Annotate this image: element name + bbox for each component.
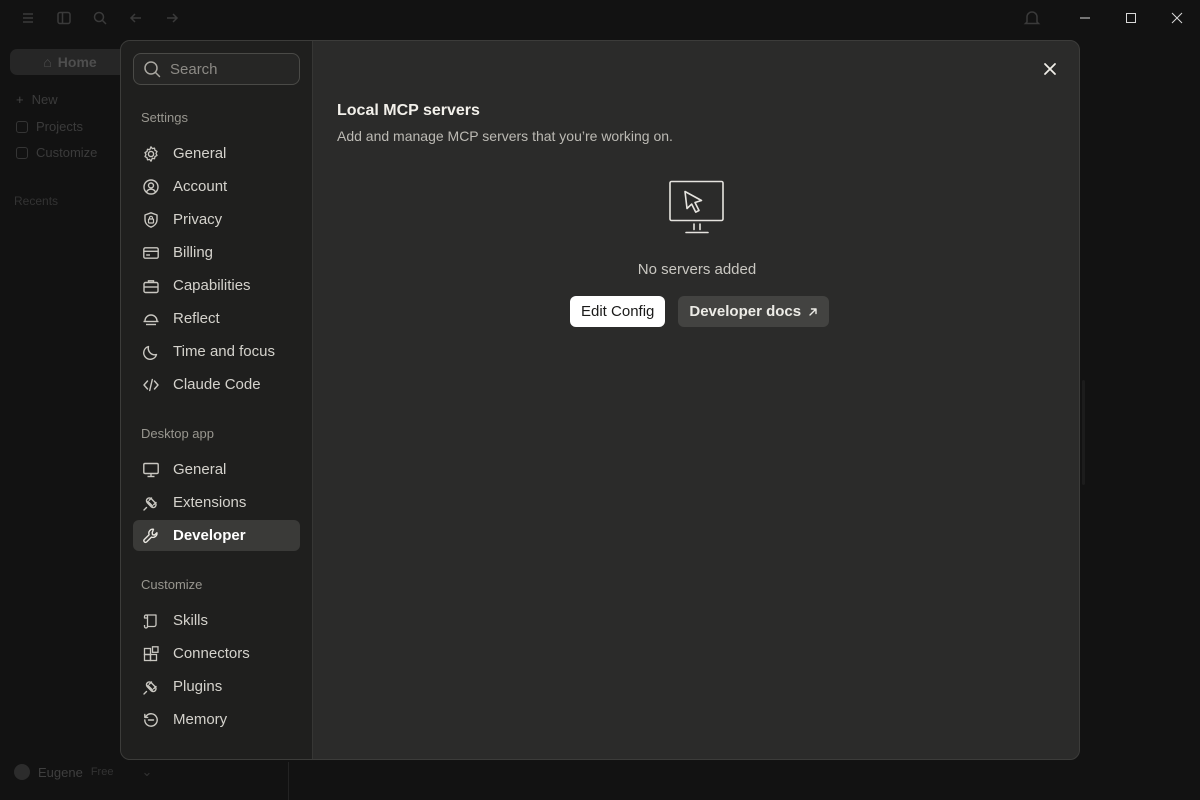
edit-config-button[interactable]: Edit Config [570,296,666,327]
close-icon [1044,63,1056,75]
sidebar-item-account[interactable]: Account [133,171,300,202]
sidebar-item-developer[interactable]: Developer [133,520,300,551]
close-window-button[interactable] [1154,0,1200,36]
new-chat-link[interactable]: + New [16,92,58,107]
customize-section-label: Customize [141,577,203,592]
minimize-icon [1080,17,1090,19]
page-title: Local MCP servers [337,102,480,119]
maximize-icon [1126,13,1136,23]
blocks-icon [143,645,159,661]
sidebar-item-billing[interactable]: Billing [133,237,300,268]
notification-bell-icon[interactable] [1022,8,1042,28]
search-box[interactable] [133,53,300,85]
settings-sidebar: Settings General Account Privacy Billing… [121,41,313,759]
back-arrow-icon[interactable] [128,10,144,26]
sunset-icon [143,313,159,325]
home-label: Home [57,54,97,70]
developer-docs-button[interactable]: Developer docs [678,296,830,327]
sidebar-item-skills[interactable]: Skills [133,605,300,636]
credit-card-icon [143,246,159,259]
search-input[interactable] [170,60,290,78]
customize-link[interactable]: Customize [16,145,97,160]
action-buttons: Edit Config Developer docs [570,296,830,327]
sidebar-item-capabilities[interactable]: Capabilities [133,270,300,301]
sidebar-item-memory[interactable]: Memory [133,704,300,735]
close-modal-button[interactable] [1040,59,1060,79]
chevron-down-icon: ⌄ [141,764,153,779]
developer-docs-label: Developer docs [689,303,802,320]
sidebar-item-plugins[interactable]: Plugins [133,671,300,702]
plus-icon: + [16,92,24,107]
sidebar-item-reflect[interactable]: Reflect [133,303,300,334]
shield-lock-icon [144,211,158,228]
gear-icon [144,145,158,162]
page-subtitle: Add and manage MCP servers that you’re w… [337,128,673,144]
sidebar-item-extensions[interactable]: Extensions [133,487,300,518]
settings-modal: Settings General Account Privacy Billing… [120,40,1080,760]
sidebar-toggle-icon[interactable] [56,10,72,26]
monitor-icon [143,462,159,477]
projects-link[interactable]: Projects [16,119,83,134]
moon-icon [143,345,158,360]
search-icon [144,61,161,78]
settings-section-label: Settings [141,110,188,125]
sidebar-item-claude-code[interactable]: Claude Code [133,369,300,400]
sidebar-item-connectors[interactable]: Connectors [133,638,300,669]
home-icon: ⌂ [43,54,52,70]
maximize-window-button[interactable] [1108,0,1154,36]
empty-state-message: No servers added [637,261,757,278]
title-bar [0,0,1200,36]
divider [288,762,289,800]
user-menu[interactable]: Eugene Free ⌄ [14,764,152,780]
folder-icon [16,120,28,133]
sidebar-item-general[interactable]: General [133,138,300,169]
history-icon [144,712,158,727]
plug-icon [143,496,157,511]
sidebar-item-time-and-focus[interactable]: Time and focus [133,336,300,367]
home-button[interactable]: ⌂ Home [10,49,130,75]
scrollbar[interactable] [1082,380,1085,485]
plug-icon [143,680,157,695]
developer-settings-panel: Local MCP servers Add and manage MCP ser… [314,41,1079,759]
external-link-arrow-icon [809,307,817,316]
recents-label: Recents [14,194,59,208]
user-circle-icon [143,178,159,195]
briefcase-icon [16,146,28,159]
user-plan: Free [90,766,114,778]
sidebar-item-desktop-general[interactable]: General [133,454,300,485]
forward-arrow-icon[interactable] [164,10,180,26]
close-icon [1171,12,1183,24]
desktop-app-section-label: Desktop app [141,426,214,441]
minimize-window-button[interactable] [1062,0,1108,36]
avatar [14,764,30,780]
monitor-cursor-icon [669,180,724,234]
sidebar-item-privacy[interactable]: Privacy [133,204,300,235]
search-icon[interactable] [92,10,108,26]
briefcase-icon [143,279,159,293]
scroll-icon [143,613,157,629]
menu-icon[interactable] [20,10,36,26]
code-icon [143,378,159,391]
user-name: Eugene [38,764,83,780]
wrench-icon [143,528,158,543]
